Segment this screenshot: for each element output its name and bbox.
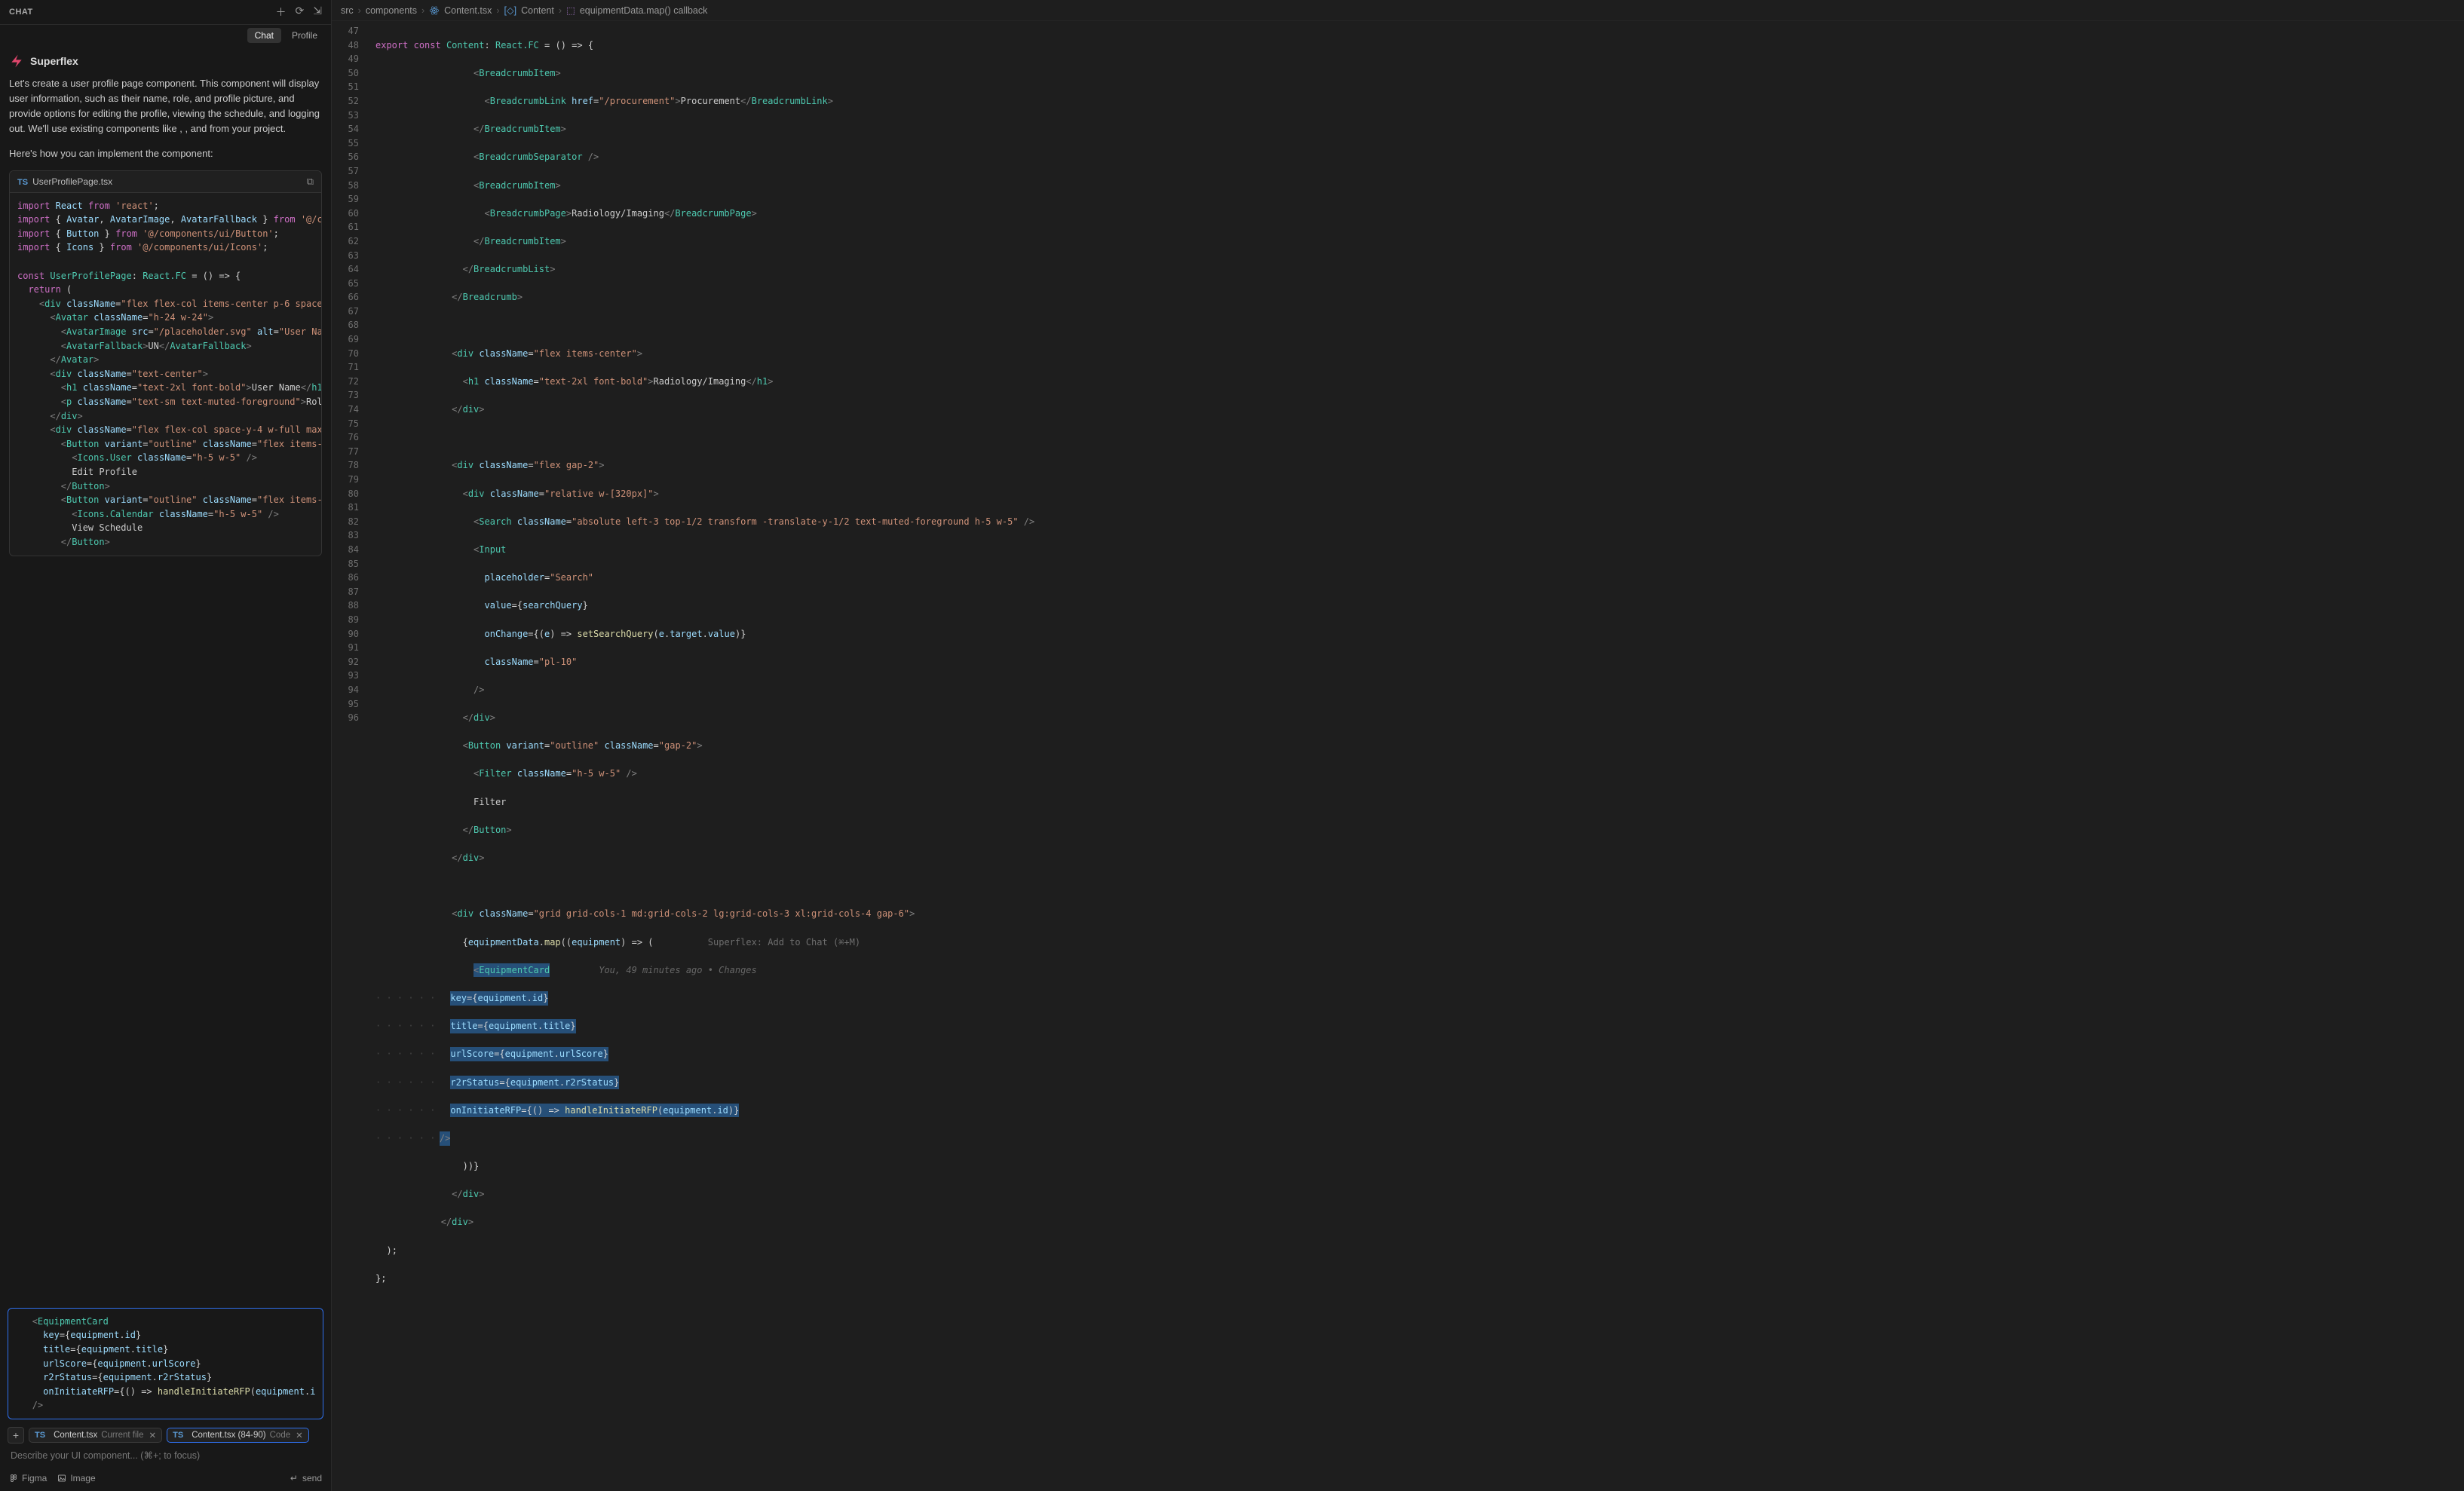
editor-panel: src › components › Content.tsx › [◇] Con… (332, 0, 2464, 1491)
breadcrumb-segment[interactable]: equipmentData.map() callback (580, 5, 708, 16)
enter-icon: ↵ (290, 1473, 298, 1483)
editor-code[interactable]: export const Content: React.FC = () => {… (371, 21, 2464, 1491)
chevron-right-icon: › (421, 5, 424, 16)
breadcrumb-segment[interactable]: components (366, 5, 417, 16)
new-chat-icon[interactable]: ＋ (276, 5, 287, 20)
add-context-button[interactable]: + (8, 1427, 24, 1444)
copy-icon[interactable]: ⧉ (307, 176, 314, 188)
tab-chat[interactable]: Chat (247, 28, 281, 43)
code-card: TSUserProfilePage.tsx ⧉ import React fro… (9, 170, 322, 556)
chevron-right-icon: › (358, 5, 361, 16)
editor-breadcrumb[interactable]: src › components › Content.tsx › [◇] Con… (332, 0, 2464, 21)
breadcrumb-segment[interactable]: Content (521, 5, 554, 16)
superflex-logo-icon (9, 54, 24, 69)
git-blame-annotation: You, 49 minutes ago • Changes (599, 965, 757, 975)
chat-code-block[interactable]: import React from 'react'; import { Avat… (10, 193, 321, 556)
image-icon (57, 1474, 66, 1483)
code-card-filename: TSUserProfilePage.tsx (17, 176, 112, 187)
figma-icon (9, 1474, 18, 1483)
close-icon[interactable]: ✕ (149, 1430, 156, 1440)
chat-input-selection[interactable]: <EquipmentCard key={equipment.id} title=… (8, 1308, 323, 1419)
assistant-name: Superflex (30, 55, 78, 67)
breadcrumb-segment[interactable]: src (341, 5, 354, 16)
chat-footer: Figma Image ↵ send (0, 1468, 331, 1491)
assistant-paragraph-2: Here's how you can implement the compone… (9, 146, 322, 161)
send-button[interactable]: ↵ send (290, 1473, 322, 1483)
chat-input-placeholder[interactable]: Describe your UI component... (⌘+; to fo… (0, 1448, 331, 1468)
symbol-method-icon: ⬚ (566, 5, 575, 16)
popout-icon[interactable]: ⇲ (313, 5, 322, 20)
chat-title: CHAT (9, 8, 33, 17)
chat-tabs: Chat Profile (0, 25, 331, 46)
close-icon[interactable]: ✕ (296, 1430, 303, 1440)
tab-profile[interactable]: Profile (284, 28, 325, 43)
react-file-icon (429, 5, 440, 16)
symbol-variable-icon: [◇] (504, 5, 517, 16)
breadcrumb-segment[interactable]: Content.tsx (444, 5, 492, 16)
chevron-right-icon: › (559, 5, 562, 16)
chat-panel: CHAT ＋ ⟳ ⇲ Chat Profile Superflex Let's … (0, 0, 332, 1491)
context-chip-selection[interactable]: TS Content.tsx (84-90) Code ✕ (167, 1428, 309, 1443)
line-number-gutter[interactable]: 4748495051525354555657585960616263646566… (332, 21, 371, 1491)
figma-button[interactable]: Figma (9, 1473, 47, 1483)
context-chip-current-file[interactable]: TS Content.tsx Current file ✕ (29, 1428, 162, 1443)
assistant-paragraph-1: Let's create a user profile page compone… (9, 76, 322, 137)
refresh-icon[interactable]: ⟳ (296, 5, 305, 20)
image-button[interactable]: Image (57, 1473, 95, 1483)
context-row: + TS Content.tsx Current file ✕ TS Conte… (0, 1422, 331, 1448)
chevron-right-icon: › (496, 5, 499, 16)
chat-body: Superflex Let's create a user profile pa… (0, 46, 331, 1303)
chat-header: CHAT ＋ ⟳ ⇲ (0, 0, 331, 25)
codelens-add-to-chat[interactable]: Superflex: Add to Chat (⌘+M) (708, 937, 860, 948)
